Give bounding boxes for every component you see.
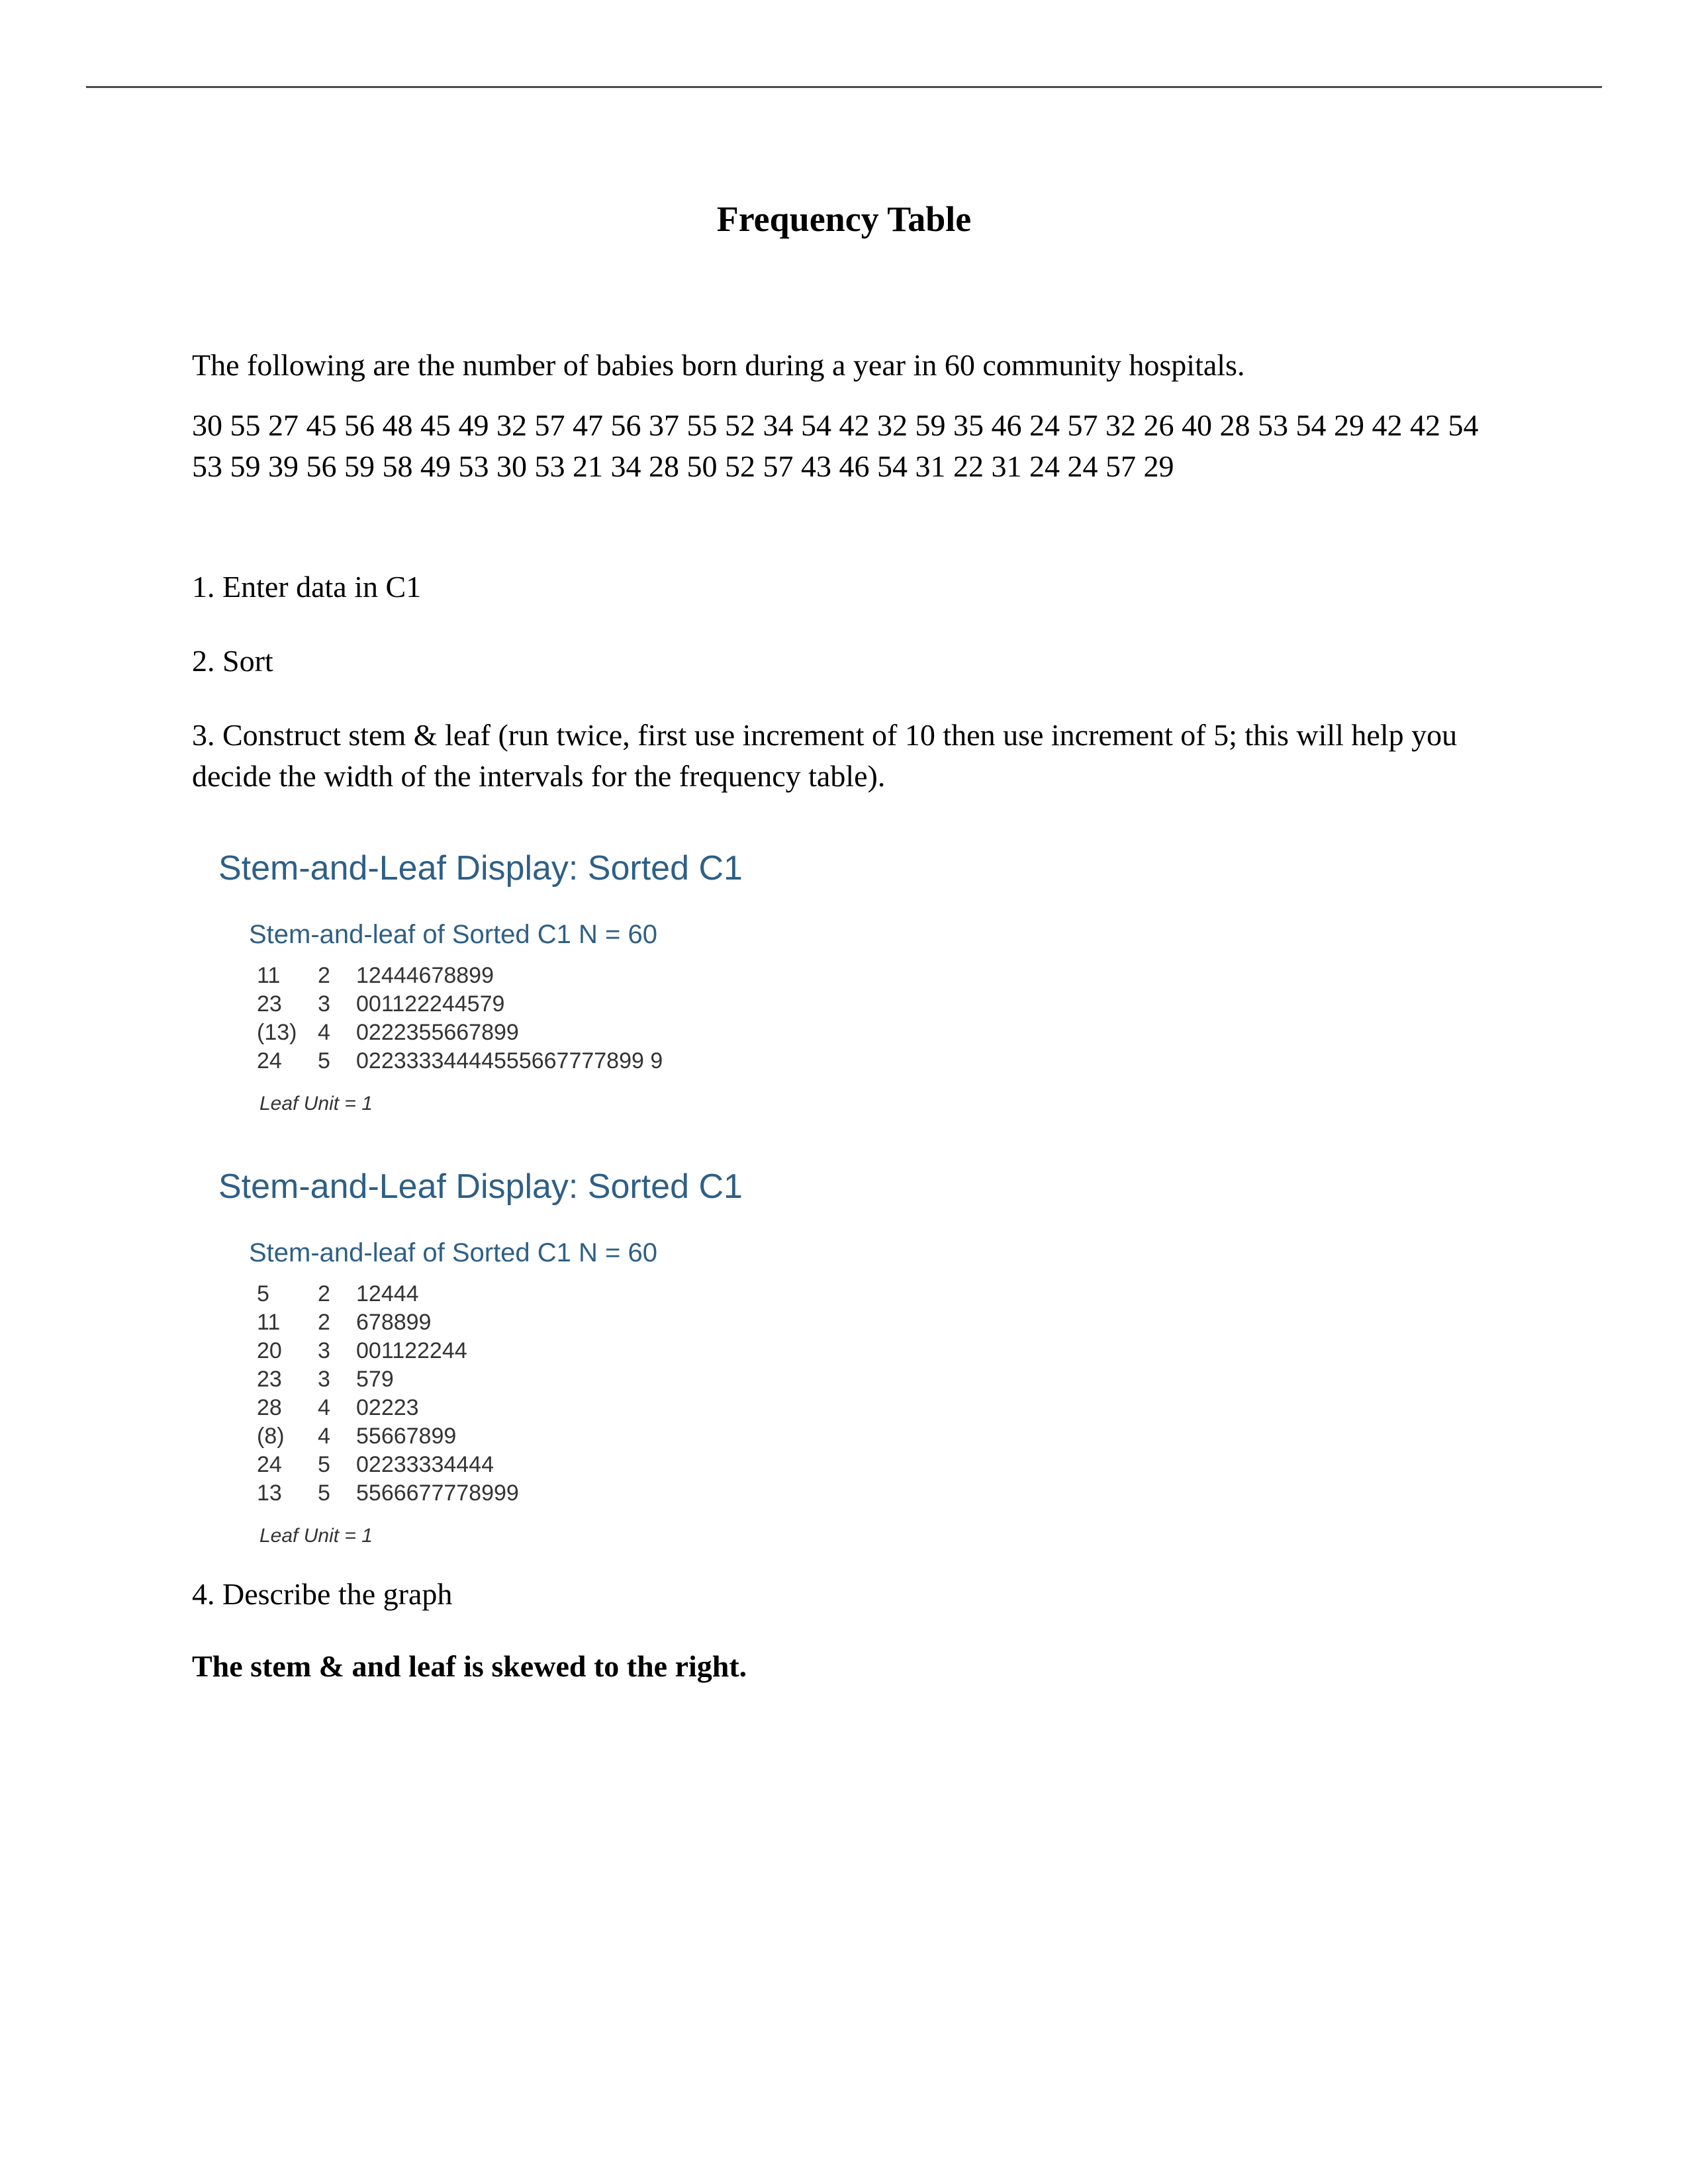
leaf-unit-1: Leaf Unit = 1 [259, 1093, 1496, 1115]
depth-cell: (8) [257, 1422, 318, 1451]
leaves-cell: 02223 [356, 1394, 519, 1422]
depth-cell: 11 [257, 962, 318, 990]
depth-cell: 28 [257, 1394, 318, 1422]
top-rule [86, 86, 1602, 88]
depth-cell: 5 [257, 1280, 318, 1308]
stem-cell: 2 [318, 1280, 356, 1308]
table-row: 24 5 02233334444555667777899 9 [257, 1047, 663, 1075]
conclusion: The stem & and leaf is skewed to the rig… [192, 1649, 1496, 1684]
leaves-cell: 02233334444 [356, 1451, 519, 1479]
depth-cell: 11 [257, 1308, 318, 1337]
content-area: Frequency Table The following are the nu… [192, 199, 1496, 1684]
depth-cell: 24 [257, 1047, 318, 1075]
table-row: 23 3 001122244579 [257, 990, 663, 1019]
leaves-cell: 001122244579 [356, 990, 663, 1019]
stem-leaf-panel-1: Stem-and-Leaf Display: Sorted C1 Stem-an… [218, 848, 1496, 1115]
stem-cell: 2 [318, 1308, 356, 1337]
data-values: 30 55 27 45 56 48 45 49 32 57 47 56 37 5… [192, 405, 1496, 487]
depth-cell: 13 [257, 1479, 318, 1508]
depth-cell: 23 [257, 990, 318, 1019]
stem-cell: 5 [318, 1451, 356, 1479]
table-row: 24 5 02233334444 [257, 1451, 519, 1479]
stem-cell: 2 [318, 962, 356, 990]
leaves-cell: 001122244 [356, 1337, 519, 1365]
page-title: Frequency Table [192, 199, 1496, 240]
step-1: 1. Enter data in C1 [192, 567, 1496, 608]
depth-cell: 20 [257, 1337, 318, 1365]
panel-1-subtitle: Stem-and-leaf of Sorted C1 N = 60 [249, 920, 1496, 950]
table-row: (8) 4 55667899 [257, 1422, 519, 1451]
leaves-cell: 0222355667899 [356, 1019, 663, 1047]
leaves-cell: 02233334444555667777899 9 [356, 1047, 663, 1075]
leaf-unit-2: Leaf Unit = 1 [259, 1525, 1496, 1547]
step-4: 4. Describe the graph [192, 1576, 1496, 1612]
leaves-cell: 55667899 [356, 1422, 519, 1451]
panel-1-title: Stem-and-Leaf Display: Sorted C1 [218, 848, 1496, 888]
step-3: 3. Construct stem & leaf (run twice, fir… [192, 715, 1496, 797]
page: Frequency Table The following are the nu… [0, 0, 1688, 2184]
stem-leaf-table-1: 11 2 12444678899 23 3 001122244579 (13) … [257, 962, 663, 1075]
depth-cell: 23 [257, 1365, 318, 1394]
stem-cell: 4 [318, 1394, 356, 1422]
table-row: 23 3 579 [257, 1365, 519, 1394]
stem-cell: 3 [318, 1365, 356, 1394]
leaves-cell: 579 [356, 1365, 519, 1394]
panel-2-subtitle: Stem-and-leaf of Sorted C1 N = 60 [249, 1238, 1496, 1268]
leaves-cell: 12444 [356, 1280, 519, 1308]
stem-cell: 5 [318, 1047, 356, 1075]
stem-leaf-table-2: 5 2 12444 11 2 678899 20 3 001122244 [257, 1280, 519, 1508]
depth-cell: 24 [257, 1451, 318, 1479]
intro-paragraph: The following are the number of babies b… [192, 345, 1496, 385]
leaves-cell: 678899 [356, 1308, 519, 1337]
table-row: 20 3 001122244 [257, 1337, 519, 1365]
stem-leaf-panels: Stem-and-Leaf Display: Sorted C1 Stem-an… [218, 848, 1496, 1547]
stem-cell: 5 [318, 1479, 356, 1508]
table-row: (13) 4 0222355667899 [257, 1019, 663, 1047]
table-row: 11 2 678899 [257, 1308, 519, 1337]
stem-cell: 3 [318, 990, 356, 1019]
stem-cell: 4 [318, 1019, 356, 1047]
table-row: 28 4 02223 [257, 1394, 519, 1422]
depth-cell: (13) [257, 1019, 318, 1047]
table-row: 5 2 12444 [257, 1280, 519, 1308]
leaves-cell: 12444678899 [356, 962, 663, 990]
table-row: 13 5 5566677778999 [257, 1479, 519, 1508]
stem-leaf-panel-2: Stem-and-Leaf Display: Sorted C1 Stem-an… [218, 1167, 1496, 1547]
leaves-cell: 5566677778999 [356, 1479, 519, 1508]
table-row: 11 2 12444678899 [257, 962, 663, 990]
stem-cell: 3 [318, 1337, 356, 1365]
steps-list: 1. Enter data in C1 2. Sort 3. Construct… [192, 567, 1496, 797]
panel-2-title: Stem-and-Leaf Display: Sorted C1 [218, 1167, 1496, 1206]
stem-cell: 4 [318, 1422, 356, 1451]
step-2: 2. Sort [192, 641, 1496, 682]
